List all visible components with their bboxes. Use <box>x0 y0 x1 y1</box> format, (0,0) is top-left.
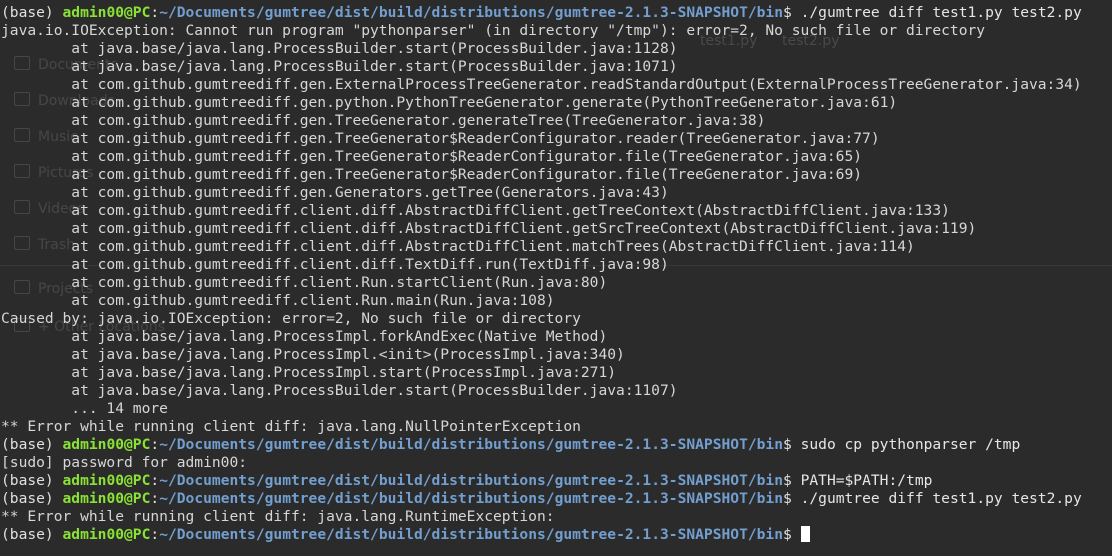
command-text: PATH=$PATH:/tmp <box>800 472 933 489</box>
output-line: at com.github.gumtreediff.gen.TreeGenera… <box>1 166 863 183</box>
prompt-user-host: admin00@PC <box>62 526 151 543</box>
output-line: at com.github.gumtreediff.client.diff.Te… <box>1 256 669 273</box>
output-line: at com.github.gumtreediff.client.diff.Ab… <box>1 220 977 237</box>
output-line: at java.base/java.lang.ProcessImpl.<init… <box>1 346 625 363</box>
prompt-user-host: admin00@PC <box>62 436 151 453</box>
prompt-separator: : <box>150 472 160 489</box>
prompt-user-host: admin00@PC <box>62 4 151 21</box>
output-line: [sudo] password for admin00: <box>1 454 248 471</box>
prompt-separator: : <box>150 4 160 21</box>
command-text: ./gumtree diff test1.py test2.py <box>800 490 1082 507</box>
prompt-separator: : <box>150 436 160 453</box>
output-line: at com.github.gumtreediff.client.diff.Ab… <box>1 238 915 255</box>
prompt-symbol: $ <box>783 436 801 453</box>
prompt-user-host: admin00@PC <box>62 472 151 489</box>
output-line: Caused by: java.io.IOException: error=2,… <box>1 310 581 327</box>
output-line: ** Error while running client diff: java… <box>1 508 555 525</box>
prompt-env: (base) <box>1 472 63 489</box>
prompt-env: (base) <box>1 526 63 543</box>
terminal-output[interactable]: (base) admin00@PC:~/Documents/gumtree/di… <box>0 4 1082 544</box>
prompt-path: ~/Documents/gumtree/dist/build/distribut… <box>159 490 784 507</box>
output-line: at com.github.gumtreediff.gen.Generators… <box>1 184 669 201</box>
terminal-window[interactable]: Documents Downloads Music Pictures Videos Tra… <box>0 0 1112 556</box>
prompt-line: (base) admin00@PC:~/Documents/gumtree/di… <box>1 4 1082 22</box>
prompt-symbol: $ <box>783 4 801 21</box>
output-line: at java.base/java.lang.ProcessImpl.forkA… <box>1 328 608 345</box>
prompt-line: (base) admin00@PC:~/Documents/gumtree/di… <box>1 436 1082 454</box>
prompt-separator: : <box>150 490 160 507</box>
output-line: ... 14 more <box>1 400 168 417</box>
output-line: at com.github.gumtreediff.gen.ExternalPr… <box>1 76 1082 93</box>
prompt-path: ~/Documents/gumtree/dist/build/distribut… <box>159 436 784 453</box>
output-line: at java.base/java.lang.ProcessBuilder.st… <box>1 382 678 399</box>
output-line: at java.base/java.lang.ProcessBuilder.st… <box>1 58 678 75</box>
prompt-line: (base) admin00@PC:~/Documents/gumtree/di… <box>1 490 1082 508</box>
output-line: at com.github.gumtreediff.gen.TreeGenera… <box>1 112 766 129</box>
command-text: ./gumtree diff test1.py test2.py <box>800 4 1082 21</box>
prompt-symbol: $ <box>783 472 801 489</box>
prompt-path: ~/Documents/gumtree/dist/build/distribut… <box>159 4 784 21</box>
output-line: at java.base/java.lang.ProcessImpl.start… <box>1 364 617 381</box>
prompt-separator: : <box>150 526 160 543</box>
output-line: at com.github.gumtreediff.client.Run.sta… <box>1 274 608 291</box>
text-cursor <box>800 526 810 542</box>
output-line: at com.github.gumtreediff.gen.python.Pyt… <box>1 94 898 111</box>
output-line: at com.github.gumtreediff.gen.TreeGenera… <box>1 130 880 147</box>
output-line: at com.github.gumtreediff.client.diff.Ab… <box>1 202 950 219</box>
output-line: at com.github.gumtreediff.gen.TreeGenera… <box>1 148 863 165</box>
command-text: sudo cp pythonparser /tmp <box>800 436 1021 453</box>
prompt-line: (base) admin00@PC:~/Documents/gumtree/di… <box>1 472 1082 490</box>
prompt-symbol: $ <box>783 490 801 507</box>
output-line: java.io.IOException: Cannot run program … <box>1 22 986 39</box>
prompt-path: ~/Documents/gumtree/dist/build/distribut… <box>159 472 784 489</box>
prompt-line: (base) admin00@PC:~/Documents/gumtree/di… <box>1 526 1082 544</box>
prompt-env: (base) <box>1 490 63 507</box>
output-line: at com.github.gumtreediff.client.Run.mai… <box>1 292 555 309</box>
output-line: ** Error while running client diff: java… <box>1 418 581 435</box>
prompt-path: ~/Documents/gumtree/dist/build/distribut… <box>159 526 784 543</box>
prompt-user-host: admin00@PC <box>62 490 151 507</box>
prompt-env: (base) <box>1 436 63 453</box>
prompt-symbol: $ <box>783 526 801 543</box>
output-line: at java.base/java.lang.ProcessBuilder.st… <box>1 40 678 57</box>
prompt-env: (base) <box>1 4 63 21</box>
